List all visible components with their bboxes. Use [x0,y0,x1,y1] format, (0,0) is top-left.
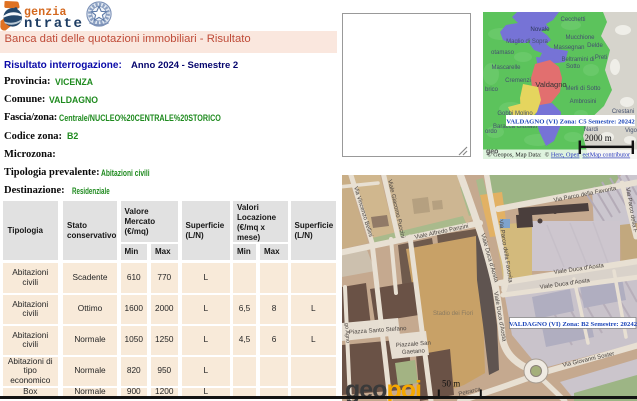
svg-text:Vigo: Vigo [625,128,637,134]
svg-text:VALDAGNO (VI) Zona: C5 Semestr: VALDAGNO (VI) Zona: C5 Semestre: 20242 [506,118,635,125]
svg-text:50 m: 50 m [442,379,460,389]
svg-text:Mucchione: Mucchione [565,35,595,41]
svg-text:Massegnan: Massegnan [553,45,584,51]
svg-text:Mascarelle: Mascarelle [491,65,521,71]
svg-text:eetMap contributor: eetMap contributor [583,152,631,159]
svg-text:Maglio di Sopra: Maglio di Sopra [506,39,548,45]
svg-text:VALDAGNO (VI) Zona: B2 Semestr: VALDAGNO (VI) Zona: B2 Semestre: 20242 [509,321,637,328]
svg-text:Sotto: Sotto [566,64,581,70]
svg-text:Beltramini di: Beltramini di [561,57,594,63]
svg-text:Cremenzi: Cremenzi [505,78,531,84]
svg-text:Novale: Novale [530,26,550,33]
svg-text:© Geopos, Map Data: © Here, O: © Geopos, Map Data: © Here, Open [487,152,579,159]
svg-text:Crestani: Crestani [612,109,634,115]
svg-text:Ambrosini: Ambrosini [570,99,597,105]
svg-text:Merli di Sotto: Merli di Sotto [565,86,601,92]
svg-text:ordo: ordo [485,129,498,135]
svg-text:brico: brico [485,87,499,93]
svg-text:Stadio dei Fiori: Stadio dei Fiori [433,311,473,317]
svg-text:Preti: Preti [595,55,607,61]
svg-text:Valdagno: Valdagno [535,80,566,89]
svg-text:2000 m: 2000 m [585,133,612,143]
svg-text:Cecchetti: Cecchetti [560,17,585,23]
svg-text:Delde: Delde [587,43,603,49]
svg-text:geo: geo [486,149,498,156]
svg-text:otamaso: otamaso [491,50,515,56]
